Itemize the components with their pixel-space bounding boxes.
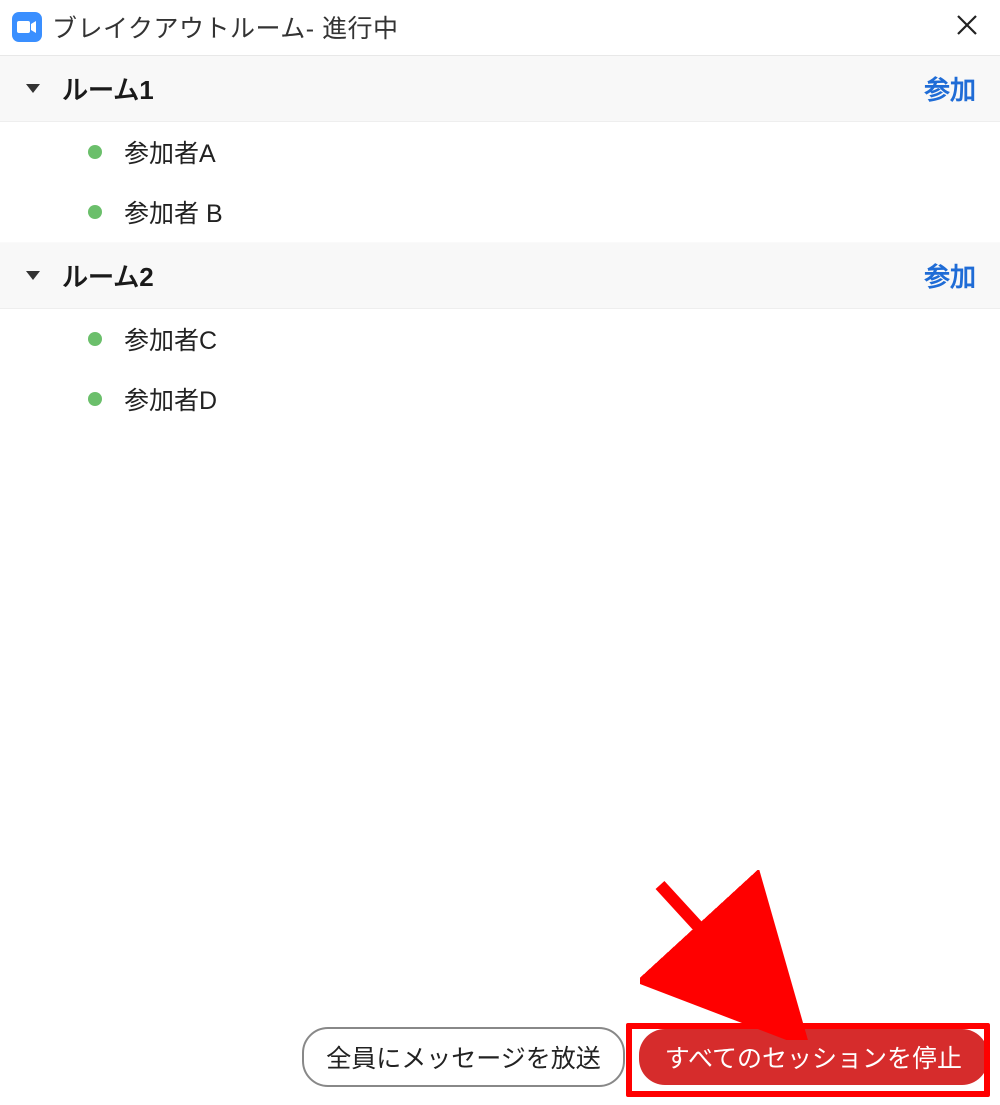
room-header-2[interactable]: ルーム2 参加 [0,242,1000,309]
participant-name: 参加者D [124,381,217,417]
stop-all-sessions-button[interactable]: すべてのセッションを停止 [639,1029,988,1085]
participant-row: 参加者C [0,309,1000,369]
participant-name: 参加者 B [124,194,223,230]
presence-dot-icon [88,332,102,346]
broadcast-button[interactable]: 全員にメッセージを放送 [302,1027,625,1087]
chevron-down-icon [26,271,40,280]
participant-name: 参加者C [124,321,217,357]
footer: 全員にメッセージを放送 すべてのセッションを停止 [0,1027,1000,1105]
presence-dot-icon [88,392,102,406]
participant-name: 参加者A [124,134,216,170]
titlebar: ブレイクアウトルーム- 進行中 [0,0,1000,56]
join-button[interactable]: 参加 [924,70,976,107]
window-title: ブレイクアウトルーム- 進行中 [52,9,950,45]
annotation-arrow-icon [640,870,820,1040]
participant-row: 参加者 B [0,182,1000,242]
room-name: ルーム2 [62,257,924,294]
rooms-list: ルーム1 参加 参加者A 参加者 B ルーム2 参加 参加者C 参加者D [0,56,1000,429]
zoom-app-icon [12,12,42,42]
chevron-down-icon [26,84,40,93]
participant-row: 参加者A [0,122,1000,182]
close-icon[interactable] [950,12,984,42]
presence-dot-icon [88,145,102,159]
participant-row: 参加者D [0,369,1000,429]
join-button[interactable]: 参加 [924,257,976,294]
room-header-1[interactable]: ルーム1 参加 [0,56,1000,122]
presence-dot-icon [88,205,102,219]
room-name: ルーム1 [62,70,924,107]
